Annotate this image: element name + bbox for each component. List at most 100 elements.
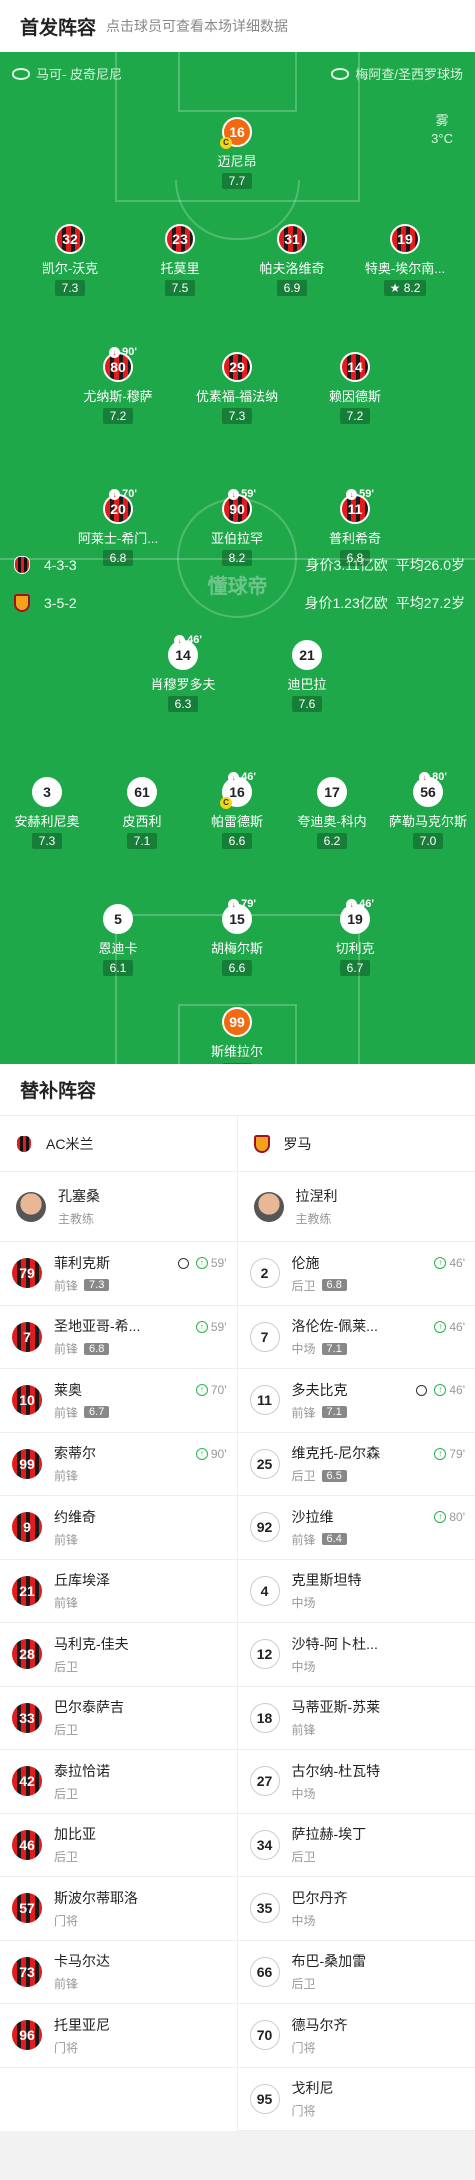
bench-player-row[interactable]: 92 沙拉维 前锋 6.4 ↑ 80' <box>237 1496 475 1560</box>
bench-player-row[interactable]: 96 托里亚尼 门将 <box>0 2004 237 2068</box>
bench-player-row[interactable]: 57 斯波尔蒂耶洛 门将 <box>0 1877 237 1941</box>
away-team-header[interactable]: 罗马 <box>237 1116 475 1172</box>
sub-in-icon: ↑ <box>195 1257 208 1269</box>
pitch-player[interactable]: 21 迪巴拉 7.6 <box>247 640 367 713</box>
player-name: 马利克-佳夫 <box>54 1635 129 1652</box>
pitch-player[interactable]: 20 ↓ 70' 阿莱士-希门... 6.8 <box>58 488 178 567</box>
pitch-player[interactable]: 32 凯尔-沃克 7.3 <box>10 224 130 297</box>
player-position: 前锋 <box>54 1405 79 1420</box>
bench-player-row[interactable]: 79 菲利克斯 前锋 7.3 ↑ 59' <box>0 1242 237 1306</box>
pitch-player[interactable]: 14 ↓ 46' 肖穆罗多夫 6.3 <box>123 634 243 713</box>
pitch-player[interactable]: 90 ↓ 59' 亚伯拉罕 8.2 <box>177 488 297 567</box>
header: 首发阵容 点击球员可查看本场详细数据 <box>0 0 475 52</box>
player-name: 马蒂亚斯-苏莱 <box>291 1699 381 1716</box>
bench-player-row[interactable]: 35 巴尔丹齐 中场 <box>237 1877 475 1941</box>
pitch-player[interactable]: 15 ↓ 79' 胡梅尔斯 6.6 <box>177 898 297 977</box>
home-coach[interactable]: 孔塞桑 主教练 <box>0 1172 237 1242</box>
ac-milan-badge-icon <box>14 556 30 574</box>
captain-icon: C <box>220 137 232 149</box>
player-number: 15 ↓ 79' <box>222 898 256 934</box>
player-rating: 6.7 <box>340 960 370 976</box>
player-position: 中场 <box>291 1659 316 1674</box>
bench-player-row[interactable]: 4 克里斯坦特 中场 <box>237 1560 475 1623</box>
player-position: 前锋 <box>291 1405 316 1420</box>
player-number: 9 <box>12 1512 42 1543</box>
bench-player-row[interactable]: 46 加比亚 后卫 <box>0 1814 237 1877</box>
bench-player-row[interactable]: 95 戈利尼 门将 <box>237 2068 475 2131</box>
pitch-player[interactable]: 31 帕夫洛维奇 6.9 <box>232 224 352 297</box>
substitutes-section: 替补阵容 AC米兰 孔塞桑 主教练 79 菲利克斯 前锋 7.3 ↑ 59' 7 圣地亚哥-希.… <box>0 1064 475 2131</box>
substitution-icon: ↓ 46' <box>174 634 202 646</box>
bench-player-row[interactable]: 12 沙特-阿卜杜... 中场 <box>237 1623 475 1687</box>
pitch-player[interactable]: 19 ↓ 46' 切利克 6.7 <box>295 898 415 977</box>
player-position: 后卫 <box>291 1278 316 1293</box>
bench-player-row[interactable]: 10 莱奥 前锋 6.7 ↑ 70' <box>0 1369 237 1433</box>
substitution-icon: ↓ 46' <box>346 898 374 910</box>
sub-in-icon: ↑ <box>195 1320 208 1333</box>
player-name: 恩迪卡 <box>98 941 138 956</box>
substitution-icon: ↓ 59' <box>346 488 374 500</box>
player-position: 后卫 <box>54 1850 79 1865</box>
player-position: 前锋 <box>54 1532 79 1547</box>
bench-player-row[interactable]: 42 泰拉恰诺 后卫 <box>0 1750 237 1814</box>
goal-ball-icon <box>177 1257 189 1269</box>
player-number: 4 <box>249 1575 280 1606</box>
bench-player-row[interactable]: 21 丘库埃泽 前锋 <box>0 1560 237 1623</box>
player-number: 7 <box>12 1321 42 1352</box>
player-name: 迪巴拉 <box>287 677 327 692</box>
bench-player-row[interactable]: 11 多夫比克 前锋 7.1 ↑ 46' <box>237 1369 475 1433</box>
bench-player-row[interactable]: 2 伦施 后卫 6.8 ↑ 46' <box>237 1242 475 1306</box>
player-name: 多夫比克 <box>291 1381 348 1398</box>
bench-player-row[interactable]: 7 圣地亚哥-希... 前锋 6.8 ↑ 59' <box>0 1306 237 1369</box>
player-rating: 6.6 <box>222 833 252 849</box>
whistle-icon <box>12 67 30 80</box>
pitch-player[interactable]: 11 ↓ 59' 普利希奇 6.8 <box>295 488 415 567</box>
player-number: 70 <box>249 2020 280 2051</box>
substitution-icon: ↓ 80' <box>419 771 447 783</box>
as-roma-badge-icon <box>14 594 30 612</box>
bench-player-row[interactable]: 25 维克托-尼尔森 后卫 6.5 ↑ 79' <box>237 1433 475 1496</box>
pitch-player[interactable]: 80 ↓ 90' 尤纳斯-穆萨 7.2 <box>58 346 178 425</box>
player-rating: 6.3 <box>168 696 198 712</box>
pitch-player[interactable]: 16 C 迈尼昂 7.7 <box>177 117 297 190</box>
pitch-player[interactable]: 19 特奥-埃尔南... ★ 8.2 <box>345 224 465 297</box>
sub-in-time: ↑ 59' <box>195 1320 227 1334</box>
player-name: 阿莱士-希门... <box>77 531 159 546</box>
bench-player-row[interactable]: 7 洛伦佐-佩莱... 中场 7.1 ↑ 46' <box>237 1306 475 1369</box>
bench-player-row[interactable]: 18 马蒂亚斯-苏莱 前锋 <box>237 1687 475 1750</box>
player-name: 尤纳斯-穆萨 <box>83 389 153 404</box>
player-number: 57 <box>12 1893 42 1924</box>
bench-player-row[interactable]: 34 萨拉赫-埃丁 后卫 <box>237 1814 475 1877</box>
pitch-player[interactable]: 5 恩迪卡 6.1 <box>58 904 178 977</box>
player-number: 80 ↓ 90' <box>103 346 137 382</box>
pitch-player[interactable]: 29 优素福-福法纳 7.3 <box>177 352 297 425</box>
player-name: 泰拉恰诺 <box>54 1762 110 1779</box>
player-rating: 6.5 <box>321 1469 347 1482</box>
away-coach[interactable]: 拉涅利 主教练 <box>237 1172 475 1242</box>
bench-player-row[interactable]: 73 卡马尔达 前锋 <box>0 1941 237 2004</box>
player-number: 20 ↓ 70' <box>103 488 137 524</box>
bench-player-row[interactable]: 28 马利克-佳夫 后卫 <box>0 1623 237 1687</box>
player-rating: 7.7 <box>222 173 252 189</box>
player-number: 7 <box>249 1321 280 1352</box>
bench-player-row[interactable]: 66 布巴-桑加雷 后卫 <box>237 1941 475 2004</box>
player-rating: 6.1 <box>103 960 133 976</box>
player-name: 约维奇 <box>54 1508 96 1525</box>
pitch-player[interactable]: 23 托莫里 7.5 <box>120 224 240 297</box>
pitch-player[interactable]: 99 斯维拉尔 6.5 <box>177 1007 297 1064</box>
player-name: 亚伯拉罕 <box>210 531 263 546</box>
bench-player-row[interactable]: 99 索蒂尔 前锋 ↑ 90' <box>0 1433 237 1496</box>
pitch-player[interactable]: 56 ↓ 80' 萨勒马克尔斯 7.0 <box>368 771 475 850</box>
bench-player-row[interactable]: 70 德马尔齐 门将 <box>237 2004 475 2068</box>
player-number: 28 <box>12 1639 42 1670</box>
bench-player-row[interactable]: 27 古尔纳-杜瓦特 中场 <box>237 1750 475 1814</box>
sub-in-time: ↑ 59' <box>177 1256 227 1270</box>
bench-player-row[interactable]: 33 巴尔泰萨吉 后卫 <box>0 1687 237 1750</box>
pitch-player[interactable]: 14 赖因德斯 7.2 <box>295 352 415 425</box>
player-rating: 7.3 <box>55 280 85 296</box>
player-position: 后卫 <box>291 1850 316 1865</box>
sub-in-icon: ↑ <box>434 1320 447 1333</box>
bench-player-row[interactable]: 9 约维奇前锋 <box>0 1496 237 1560</box>
home-team-header[interactable]: AC米兰 <box>0 1116 237 1172</box>
away-team-info: 3-5-2 身价1.23亿欧 平均27.2岁 <box>14 592 465 614</box>
